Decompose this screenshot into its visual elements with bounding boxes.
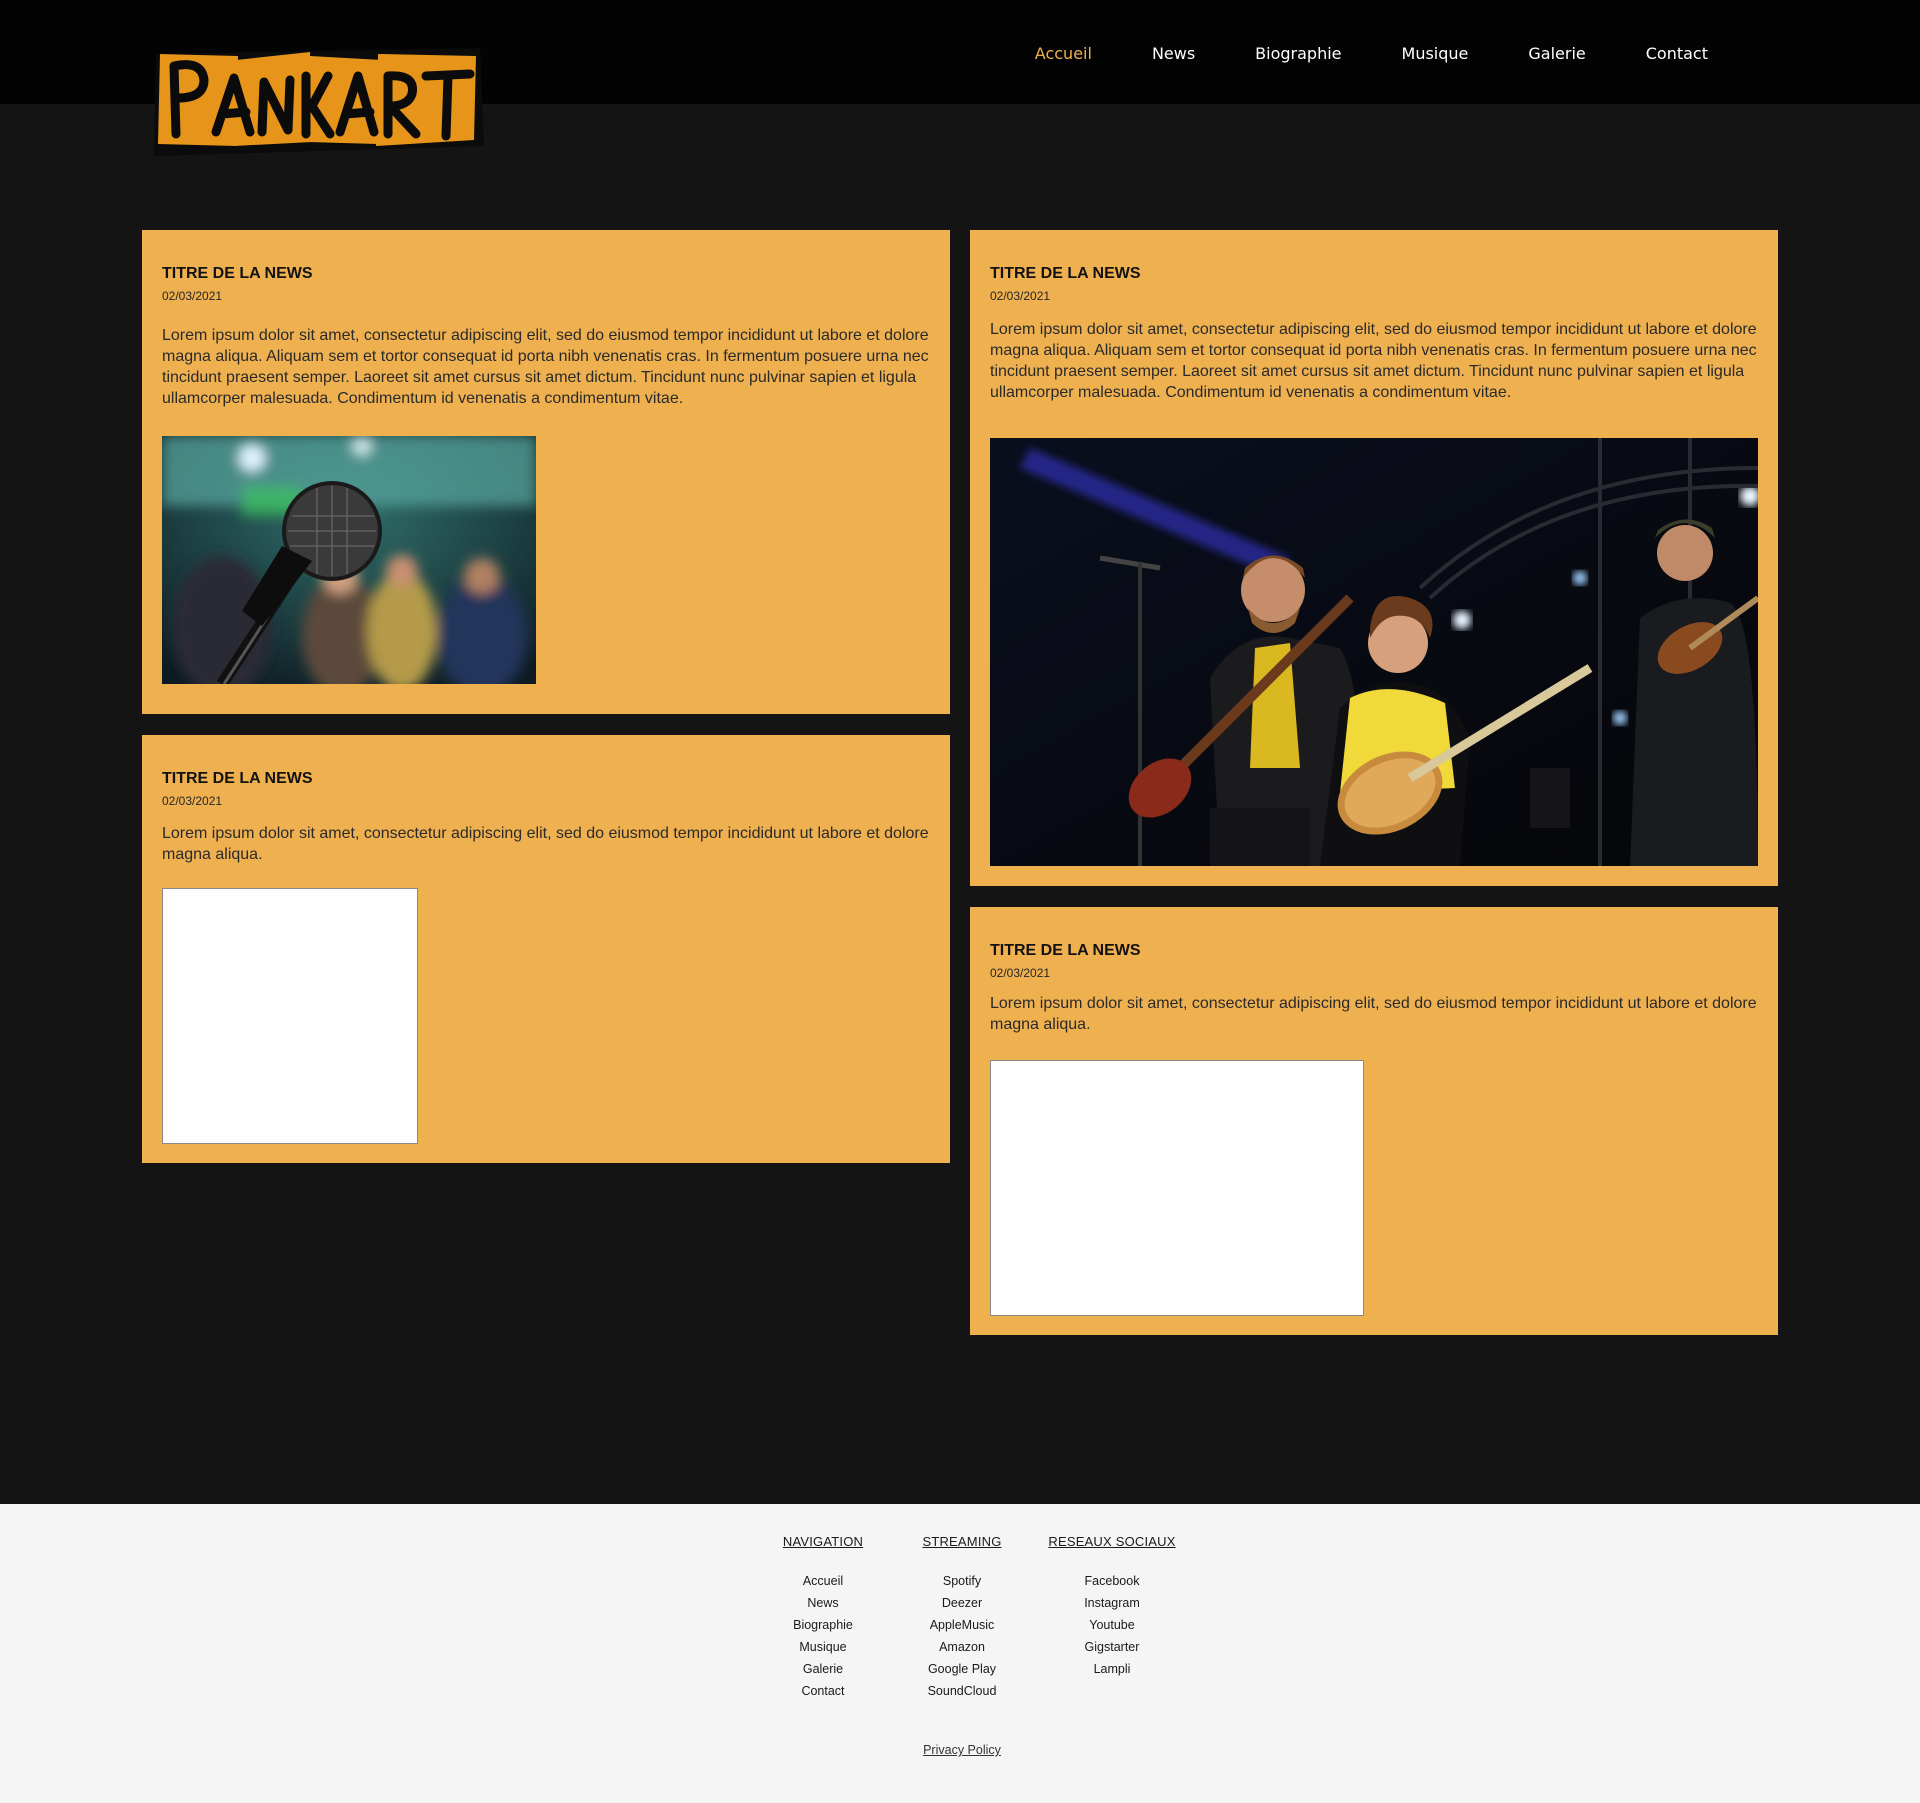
- news-card: TITRE DE LA NEWS 02/03/2021 Lorem ipsum …: [970, 230, 1778, 886]
- footer-link[interactable]: Gigstarter: [1032, 1636, 1192, 1658]
- news-date: 02/03/2021: [162, 289, 223, 303]
- footer-streaming-column: STREAMING Spotify Deezer AppleMusic Amaz…: [882, 1534, 1042, 1702]
- footer-link[interactable]: SoundCloud: [882, 1680, 1042, 1702]
- footer-link[interactable]: Lampli: [1032, 1658, 1192, 1680]
- news-date: 02/03/2021: [990, 289, 1051, 303]
- footer-link[interactable]: Spotify: [882, 1570, 1042, 1592]
- news-title[interactable]: TITRE DE LA NEWS: [990, 265, 1141, 283]
- footer-link[interactable]: News: [743, 1592, 903, 1614]
- footer-link[interactable]: Youtube: [1032, 1614, 1192, 1636]
- footer-link[interactable]: Accueil: [743, 1570, 903, 1592]
- footer-link[interactable]: Facebook: [1032, 1570, 1192, 1592]
- footer-link[interactable]: Instagram: [1032, 1592, 1192, 1614]
- microphone-photo[interactable]: [162, 436, 536, 684]
- news-card: TITRE DE LA NEWS 02/03/2021 Lorem ipsum …: [142, 230, 950, 714]
- pankart-logo[interactable]: [150, 46, 486, 160]
- news-title[interactable]: TITRE DE LA NEWS: [990, 942, 1141, 960]
- footer-heading-navigation: NAVIGATION: [782, 1534, 864, 1549]
- site-footer: NAVIGATION Accueil News Biographie Musiq…: [0, 1504, 1920, 1803]
- footer-link[interactable]: Deezer: [882, 1592, 1042, 1614]
- news-card: TITRE DE LA NEWS 02/03/2021 Lorem ipsum …: [142, 735, 950, 1163]
- news-card: TITRE DE LA NEWS 02/03/2021 Lorem ipsum …: [970, 907, 1778, 1335]
- nav-item-musique[interactable]: Musique: [1402, 44, 1469, 63]
- band-on-stage-photo[interactable]: [990, 438, 1758, 866]
- nav-item-contact[interactable]: Contact: [1646, 44, 1708, 63]
- news-date: 02/03/2021: [162, 794, 223, 808]
- news-text: Lorem ipsum dolor sit amet, consectetur …: [162, 327, 929, 407]
- news-text: Lorem ipsum dolor sit amet, consectetur …: [990, 321, 1757, 401]
- nav-item-news[interactable]: News: [1152, 44, 1195, 63]
- footer-link[interactable]: AppleMusic: [882, 1614, 1042, 1636]
- news-title[interactable]: TITRE DE LA NEWS: [162, 770, 313, 788]
- news-text: Lorem ipsum dolor sit amet, consectetur …: [990, 995, 1757, 1033]
- news-title[interactable]: TITRE DE LA NEWS: [162, 265, 313, 283]
- nav-item-galerie[interactable]: Galerie: [1528, 44, 1585, 63]
- footer-link[interactable]: Biographie: [743, 1614, 903, 1636]
- footer-link[interactable]: Contact: [743, 1680, 903, 1702]
- nav-item-biographie[interactable]: Biographie: [1255, 44, 1341, 63]
- nav-item-accueil[interactable]: Accueil: [1035, 44, 1092, 63]
- embed-placeholder[interactable]: [162, 888, 418, 1144]
- footer-link[interactable]: Amazon: [882, 1636, 1042, 1658]
- footer-navigation-column: NAVIGATION Accueil News Biographie Musiq…: [743, 1534, 903, 1702]
- news-text: Lorem ipsum dolor sit amet, consectetur …: [162, 825, 929, 863]
- footer-link[interactable]: Musique: [743, 1636, 903, 1658]
- footer-link[interactable]: Google Play: [882, 1658, 1042, 1680]
- main-nav: Accueil News Biographie Musique Galerie …: [975, 44, 1708, 63]
- privacy-policy-link[interactable]: Privacy Policy: [0, 1743, 1920, 1757]
- embed-placeholder[interactable]: [990, 1060, 1364, 1316]
- footer-link[interactable]: Galerie: [743, 1658, 903, 1680]
- footer-social-column: RESEAUX SOCIAUX Facebook Instagram Youtu…: [1032, 1534, 1192, 1680]
- footer-heading-streaming: STREAMING: [922, 1534, 1002, 1549]
- footer-heading-social: RESEAUX SOCIAUX: [1048, 1534, 1176, 1549]
- news-date: 02/03/2021: [990, 966, 1051, 980]
